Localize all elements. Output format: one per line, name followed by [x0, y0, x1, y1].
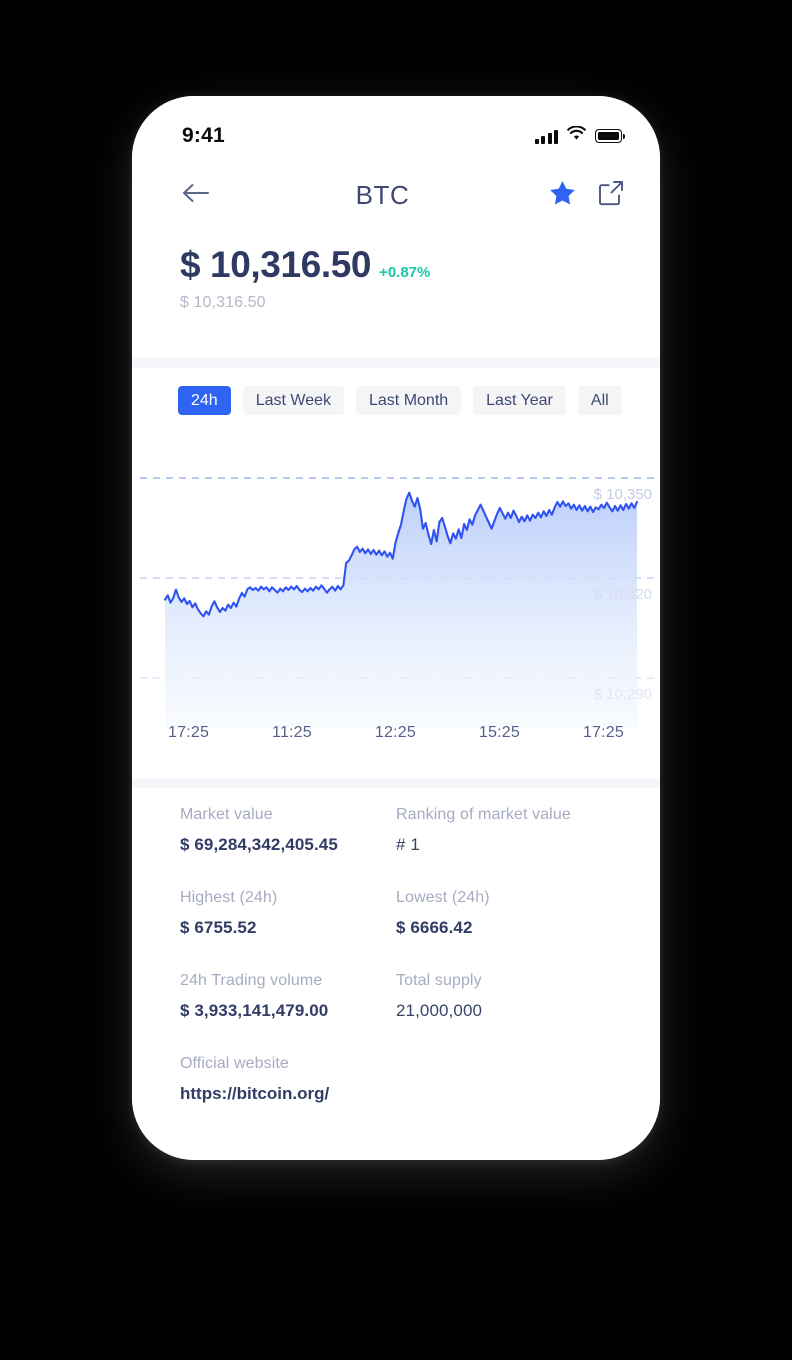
price-secondary: $ 10,316.50 — [180, 294, 266, 311]
x-tick-2: 12:25 — [374, 724, 416, 741]
stat-label: Highest (24h) — [180, 889, 278, 906]
back-button[interactable] — [176, 182, 216, 209]
official-website-link[interactable]: https://bitcoin.org/ — [180, 1084, 612, 1104]
stat-value: # 1 — [396, 835, 420, 854]
stat-lowest-24h: Lowest (24h) $ 6666.42 — [396, 889, 612, 938]
x-tick-0: 17:25 — [168, 724, 210, 741]
share-button[interactable] — [598, 180, 624, 211]
chart-gridline-label: $ 10,290 — [594, 686, 652, 703]
section-divider-top — [132, 358, 660, 368]
cellular-signal-icon — [534, 129, 558, 144]
range-tab-last-month[interactable]: Last Month — [356, 386, 462, 415]
price-change-badge: +0.87% — [379, 264, 431, 281]
stat-value: $ 6755.52 — [180, 918, 257, 937]
stat-label: Market value — [180, 806, 273, 823]
price-block: $ 10,316.50 +0.87% $ 10,316.50 — [132, 244, 660, 312]
battery-full-icon — [595, 129, 626, 143]
stat-official-website: Official website https://bitcoin.org/ — [180, 1055, 612, 1104]
favorite-button[interactable] — [549, 180, 576, 211]
stat-value: $ 3,933,141,479.00 — [180, 1001, 329, 1020]
stat-trading-volume-24h: 24h Trading volume $ 3,933,141,479.00 — [180, 972, 396, 1021]
star-filled-icon — [549, 180, 576, 211]
stat-market-rank: Ranking of market value # 1 — [396, 806, 612, 855]
price-row: $ 10,316.50 +0.87% — [180, 244, 612, 286]
range-tab-24h[interactable]: 24h — [178, 386, 231, 415]
price-chart[interactable]: $ 10,350 $ 10,320 $ 10,290 — [132, 438, 660, 728]
range-tab-last-year[interactable]: Last Year — [473, 386, 566, 415]
range-tab-last-week[interactable]: Last Week — [242, 386, 344, 415]
stat-value: $ 69,284,342,405.45 — [180, 835, 338, 854]
stat-market-value: Market value $ 69,284,342,405.45 — [180, 806, 396, 855]
range-tab-all[interactable]: All — [577, 386, 622, 415]
section-divider-bottom — [132, 778, 660, 788]
stat-value: $ 6666.42 — [396, 918, 473, 937]
nav-bar: BTC — [132, 162, 660, 228]
share-external-link-icon — [598, 180, 624, 211]
range-tabs: 24h Last Week Last Month Last Year All — [132, 386, 660, 415]
stat-value: 21,000,000 — [396, 1001, 483, 1020]
status-bar-icons — [534, 125, 626, 146]
stat-label: Lowest (24h) — [396, 889, 490, 906]
stat-label: Total supply — [396, 972, 482, 989]
status-bar-clock: 9:41 — [182, 124, 225, 147]
stat-label: Ranking of market value — [396, 806, 571, 823]
wifi-icon — [567, 125, 586, 146]
chart-gridline-label: $ 10,320 — [594, 586, 652, 603]
x-tick-1: 11:25 — [272, 724, 312, 741]
chart-x-axis: 17:25 11:25 12:25 15:25 17:25 — [132, 724, 660, 742]
phone-frame: 9:41 BTC $ 10,316.50 +0.87% $ 10,316.50 … — [132, 96, 660, 1160]
stat-label: 24h Trading volume — [180, 972, 323, 989]
arrow-left-icon — [182, 182, 210, 209]
x-tick-4: 17:25 — [582, 724, 624, 741]
x-tick-3: 15:25 — [478, 724, 520, 741]
stats-grid: Market value $ 69,284,342,405.45 Ranking… — [132, 806, 660, 1138]
price-amount: $ 10,316.50 — [180, 244, 372, 285]
status-bar: 9:41 — [132, 96, 660, 162]
phone-screen: 9:41 BTC $ 10,316.50 +0.87% $ 10,316.50 … — [132, 96, 660, 1160]
price-chart-svg: $ 10,350 $ 10,320 $ 10,290 — [140, 477, 654, 728]
chart-gridline-label: $ 10,350 — [594, 486, 652, 503]
stat-label: Official website — [180, 1055, 289, 1072]
screenshot-stage: 9:41 BTC $ 10,316.50 +0.87% $ 10,316.50 … — [0, 0, 792, 1360]
nav-actions — [549, 180, 624, 211]
page-title: BTC — [355, 179, 410, 210]
stat-highest-24h: Highest (24h) $ 6755.52 — [180, 889, 396, 938]
stat-total-supply: Total supply 21,000,000 — [396, 972, 612, 1021]
